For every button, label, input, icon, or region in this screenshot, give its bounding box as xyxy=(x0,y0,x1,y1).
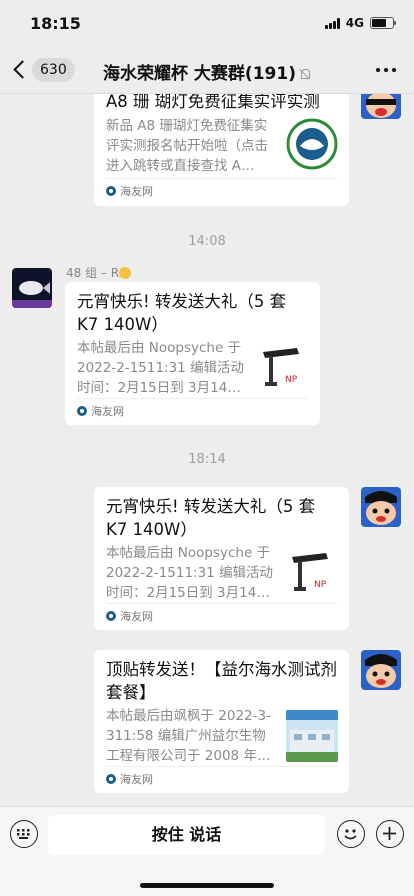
chat-header: 630 海水荣耀杯 大赛群(191) xyxy=(0,46,414,94)
source-icon xyxy=(106,773,116,784)
avatar[interactable] xyxy=(361,650,401,690)
battery-icon xyxy=(370,17,396,29)
chat-title-text: 海水荣耀杯 大赛群(191) xyxy=(103,64,296,84)
status-time: 18:15 xyxy=(30,14,81,33)
hold-to-talk-button[interactable]: 按住 说话 xyxy=(48,815,325,855)
card-title: 顶贴转发送！【益尔海水测试剂套餐】 xyxy=(106,660,337,702)
card-description: 新品 A8 珊瑚灯免费征集实评实测报名帖开始啦（点击进入跳转或直接查找 A… xyxy=(106,118,268,174)
timestamp: 18:14 xyxy=(188,452,226,467)
plus-icon[interactable] xyxy=(376,820,404,848)
card-title: 元宵快乐! 转发送大礼（5 套 K7 140W） xyxy=(77,292,287,334)
source-icon xyxy=(106,185,116,196)
card-body: 新品 A8 珊瑚灯免费征集实评实测报名帖开始啦（点击进入跳转或直接查找 A… xyxy=(106,116,338,176)
sender-name: 48 组 – R xyxy=(66,264,132,281)
status-bar: 18:15 4G xyxy=(0,0,414,46)
card-description: 本帖最后由 Noopsyche 于 2022-2-1511:31 编辑活动时间：… xyxy=(106,545,274,601)
card-thumbnail xyxy=(286,710,338,762)
link-card[interactable]: A8 珊 瑚灯免费征集实评实测 新品 A8 珊瑚灯免费征集实评实测报名帖开始啦（… xyxy=(94,94,349,206)
card-source: 海友网 xyxy=(106,603,337,627)
status-indicators: 4G xyxy=(324,16,396,30)
card-description: 本帖最后由 Noopsyche 于 2022-2-1511:31 编辑活动时间：… xyxy=(77,340,245,396)
card-source: 海友网 xyxy=(106,766,337,790)
chat-title: 海水荣耀杯 大赛群(191) xyxy=(0,59,414,84)
svg-text:NP: NP xyxy=(285,375,298,385)
card-thumbnail xyxy=(286,118,338,170)
signal-icon xyxy=(324,17,340,29)
source-icon xyxy=(106,610,116,621)
network-label: 4G xyxy=(345,16,364,30)
avatar[interactable] xyxy=(361,487,401,527)
card-source-label: 海友网 xyxy=(120,609,153,623)
emoji-icon[interactable] xyxy=(337,820,365,848)
card-body: 本帖最后由 Noopsyche 于 2022-2-1511:31 编辑活动时间：… xyxy=(77,338,309,398)
card-source-label: 海友网 xyxy=(120,772,153,786)
keyboard-icon[interactable] xyxy=(10,820,38,848)
mute-icon xyxy=(299,68,311,80)
message-list[interactable]: A8 珊 瑚灯免费征集实评实测 新品 A8 珊瑚灯免费征集实评实测报名帖开始啦（… xyxy=(0,94,414,806)
link-card[interactable]: 元宵快乐! 转发送大礼（5 套 K7 140W） 本帖最后由 Noopsyche… xyxy=(65,282,320,425)
timestamp: 14:08 xyxy=(188,234,226,249)
source-icon xyxy=(77,405,87,416)
more-icon[interactable] xyxy=(376,68,396,72)
card-thumbnail: NP xyxy=(286,547,338,599)
link-card[interactable]: 元宵快乐! 转发送大礼（5 套 K7 140W） 本帖最后由 Noopsyche… xyxy=(94,487,349,630)
card-thumbnail: NP xyxy=(257,342,309,394)
card-description: 本帖最后由飒枫于 2022-3-311:58 编辑广州益尔生物工程有限公司于 2… xyxy=(106,708,271,764)
card-source: 海友网 xyxy=(106,178,337,202)
card-title: 元宵快乐! 转发送大礼（5 套 K7 140W） xyxy=(106,497,316,539)
svg-text:NP: NP xyxy=(314,580,327,590)
card-body: 本帖最后由飒枫于 2022-3-311:58 编辑广州益尔生物工程有限公司于 2… xyxy=(106,706,338,766)
card-source: 海友网 xyxy=(77,398,308,422)
avatar[interactable] xyxy=(12,268,52,308)
card-source-label: 海友网 xyxy=(120,184,153,198)
avatar[interactable] xyxy=(361,94,401,119)
card-body: 本帖最后由 Noopsyche 于 2022-2-1511:31 编辑活动时间：… xyxy=(106,543,338,603)
link-card[interactable]: 顶贴转发送！【益尔海水测试剂套餐】 本帖最后由飒枫于 2022-3-311:58… xyxy=(94,650,349,793)
card-title: A8 珊 瑚灯免费征集实评实测 xyxy=(106,94,320,111)
emoji-icon xyxy=(119,267,132,279)
card-source-label: 海友网 xyxy=(91,404,124,418)
sender-name-text: 48 组 – R xyxy=(66,266,120,280)
home-indicator xyxy=(140,883,274,888)
